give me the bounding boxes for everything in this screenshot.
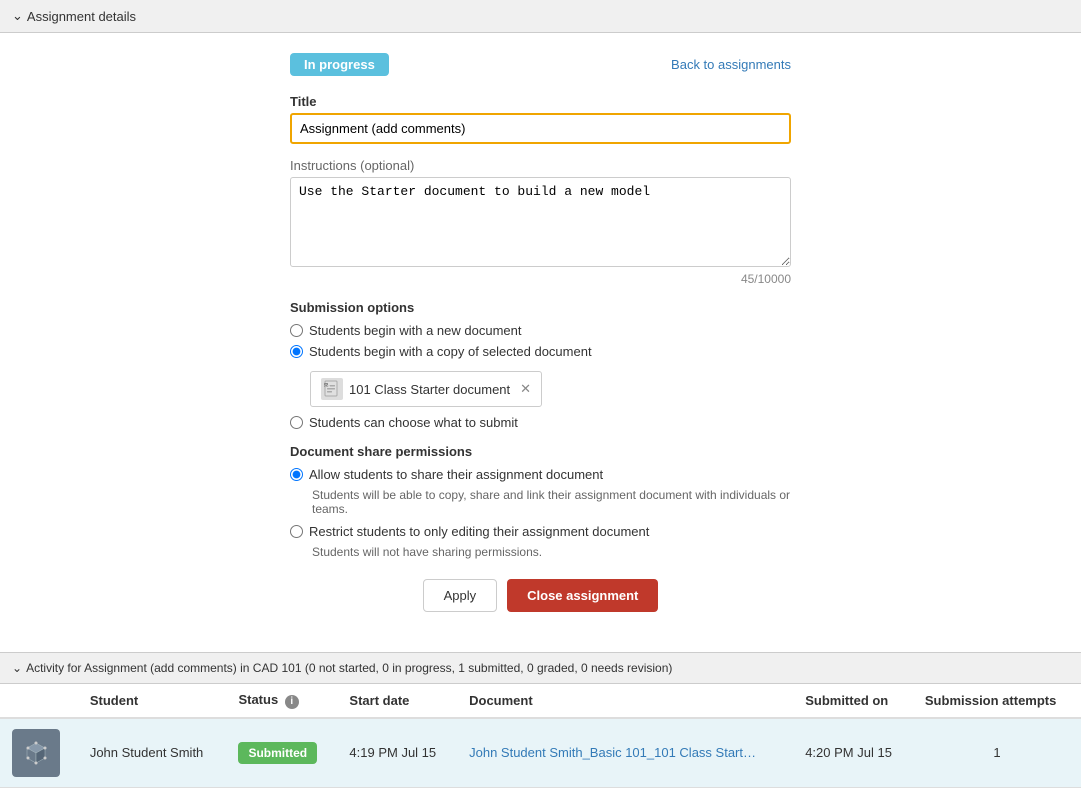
title-input[interactable]	[290, 113, 791, 144]
radio-restrict-share-input[interactable]	[290, 525, 303, 538]
title-group: Title	[290, 94, 791, 144]
permissions-section: Document share permissions Allow student…	[290, 444, 791, 559]
radio-allow-share-input[interactable]	[290, 468, 303, 481]
th-student	[0, 684, 78, 718]
char-count: 45/10000	[290, 272, 791, 286]
svg-text:On: On	[325, 383, 330, 388]
student-status: Submitted	[226, 718, 337, 788]
assignment-details-header[interactable]: ⌄ Assignment details	[0, 0, 1081, 33]
starter-doc-name: 101 Class Starter document	[349, 382, 510, 397]
activity-table: Student Status i Start date Document Sub…	[0, 684, 1081, 788]
instructions-textarea[interactable]: Use the Starter document to build a new …	[290, 177, 791, 267]
th-submitted-on: Submitted on	[793, 684, 913, 718]
radio-copy-doc-label: Students begin with a copy of selected d…	[309, 344, 592, 359]
submitted-badge: Submitted	[238, 742, 317, 764]
apply-button[interactable]: Apply	[423, 579, 498, 612]
doc-icon: On	[321, 378, 343, 400]
radio-restrict-share-label: Restrict students to only editing their …	[309, 524, 649, 539]
top-bar: In progress Back to assignments	[290, 53, 791, 76]
instructions-label: Instructions (optional)	[290, 158, 791, 173]
radio-new-doc-label: Students begin with a new document	[309, 323, 521, 338]
radio-new-doc[interactable]	[290, 324, 303, 337]
status-info-icon[interactable]: i	[285, 695, 299, 709]
remove-starter-doc-button[interactable]: ✕	[520, 381, 531, 397]
radio-allow-share-label: Allow students to share their assignment…	[309, 467, 603, 482]
th-start-date: Start date	[337, 684, 457, 718]
radio-copy-doc[interactable]	[290, 345, 303, 358]
permissions-label: Document share permissions	[290, 444, 791, 459]
activity-header-text: Activity for Assignment (add comments) i…	[26, 661, 672, 675]
radio-restrict-share[interactable]: Restrict students to only editing their …	[290, 524, 791, 539]
close-assignment-button[interactable]: Close assignment	[507, 579, 658, 612]
restrict-share-description: Students will not have sharing permissio…	[312, 545, 791, 559]
radio-allow-share[interactable]: Allow students to share their assignment…	[290, 467, 791, 482]
th-document: Document	[457, 684, 793, 718]
student-avatar-cell	[0, 718, 78, 788]
th-submission-attempts: Submission attempts	[913, 684, 1081, 718]
student-avatar	[12, 729, 60, 777]
submission-options-label: Submission options	[290, 300, 791, 315]
action-buttons: Apply Close assignment	[290, 579, 791, 612]
submission-options-group: Submission options Students begin with a…	[290, 300, 791, 430]
radio-choose[interactable]	[290, 416, 303, 429]
chevron-down-icon-activity: ⌄	[12, 661, 22, 675]
table-row: John Student Smith Submitted 4:19 PM Jul…	[0, 718, 1081, 788]
student-name: John Student Smith	[78, 718, 227, 788]
radio-option-copy-doc[interactable]: Students begin with a copy of selected d…	[290, 344, 791, 359]
allow-share-description: Students will be able to copy, share and…	[312, 488, 791, 516]
instructions-group: Instructions (optional) Use the Starter …	[290, 158, 791, 286]
status-badge: In progress	[290, 53, 389, 76]
radio-choose-label: Students can choose what to submit	[309, 415, 518, 430]
assignment-details-title: Assignment details	[27, 9, 136, 24]
attempts-count: 1	[913, 718, 1081, 788]
activity-header[interactable]: ⌄ Activity for Assignment (add comments)…	[0, 653, 1081, 684]
starter-doc-badge: On 101 Class Starter document ✕	[310, 371, 542, 407]
radio-option-new-doc[interactable]: Students begin with a new document	[290, 323, 791, 338]
chevron-down-icon: ⌄	[12, 8, 23, 24]
submitted-on: 4:20 PM Jul 15	[793, 718, 913, 788]
assignment-details-form: In progress Back to assignments Title In…	[0, 33, 1081, 632]
title-label: Title	[290, 94, 791, 109]
radio-option-choose[interactable]: Students can choose what to submit	[290, 415, 791, 430]
document-link[interactable]: John Student Smith_Basic 101_101 Class S…	[457, 718, 793, 788]
back-to-assignments-link[interactable]: Back to assignments	[671, 57, 791, 72]
th-status: Status i	[226, 684, 337, 718]
start-date: 4:19 PM Jul 15	[337, 718, 457, 788]
th-student-name: Student	[78, 684, 227, 718]
